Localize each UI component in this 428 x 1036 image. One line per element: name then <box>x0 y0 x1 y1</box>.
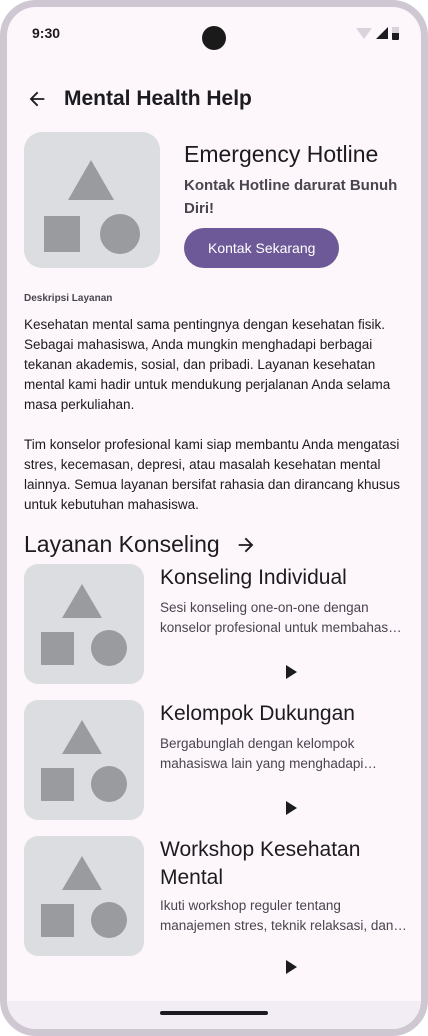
play-icon <box>286 960 297 974</box>
service-description: Sesi konseling one-on-one dengan konselo… <box>160 600 389 635</box>
wifi-icon <box>356 27 372 39</box>
arrow-back-icon <box>29 91 45 107</box>
arrow-forward-icon <box>238 537 254 552</box>
play-button[interactable] <box>278 955 302 979</box>
hero-title: Emergency Hotline <box>184 141 379 167</box>
emergency-hotline-card: Emergency Hotline Kontak Hotline darurat… <box>24 132 414 272</box>
gesture-nav-bar <box>7 1001 421 1029</box>
service-title: Konseling Individual <box>160 566 347 589</box>
description-label: Deskripsi Layanan <box>24 293 113 304</box>
service-image-placeholder <box>24 564 144 684</box>
play-icon <box>286 665 297 679</box>
app-bar: Mental Health Help <box>7 71 421 127</box>
placeholder-shapes-icon <box>41 720 127 802</box>
service-description: Bergabunglah dengan kelompok mahasiswa l… <box>160 736 364 771</box>
hero-image-placeholder <box>24 132 160 268</box>
service-description: Ikuti workshop reguler tentang manajemen… <box>160 898 394 933</box>
section-title: Layanan Konseling <box>24 531 220 557</box>
service-card[interactable]: Konseling Individual Sesi konseling one-… <box>24 564 414 684</box>
page-title: Mental Health Help <box>64 87 252 110</box>
service-image-placeholder <box>24 700 144 820</box>
description-paragraph: Kesehatan mental sama pentingnya dengan … <box>24 317 391 412</box>
hero-subtitle: Kontak Hotline darurat Bunuh Diri! <box>184 177 398 217</box>
play-icon <box>286 801 297 815</box>
placeholder-shapes-icon <box>41 584 127 666</box>
service-card[interactable]: Workshop Kesehatan Mental Ikuti workshop… <box>24 836 414 976</box>
signal-icon <box>376 27 388 39</box>
status-time: 9:30 <box>32 25 61 41</box>
service-card[interactable]: Kelompok Dukungan Bergabunglah dengan ke… <box>24 700 414 820</box>
back-button[interactable] <box>25 87 49 111</box>
see-all-button[interactable] <box>234 533 258 557</box>
section-header: Layanan Konseling <box>24 531 258 558</box>
home-handle[interactable] <box>160 1011 268 1015</box>
contact-now-button[interactable]: Kontak Sekarang <box>184 228 340 268</box>
placeholder-shapes-icon <box>41 856 127 938</box>
service-title: Workshop Kesehatan Mental <box>160 838 361 889</box>
placeholder-shapes-icon <box>44 160 140 254</box>
battery-icon <box>392 26 399 40</box>
phone-frame: 9:30 Mental Health Help Emergency Hotlin… <box>0 0 428 1036</box>
play-button[interactable] <box>278 796 302 820</box>
status-icons <box>356 26 399 40</box>
camera-cutout <box>202 26 226 50</box>
play-button[interactable] <box>278 660 302 684</box>
description-paragraph: Tim konselor profesional kami siap memba… <box>24 437 400 512</box>
service-image-placeholder <box>24 836 144 956</box>
service-title: Kelompok Dukungan <box>160 702 355 725</box>
